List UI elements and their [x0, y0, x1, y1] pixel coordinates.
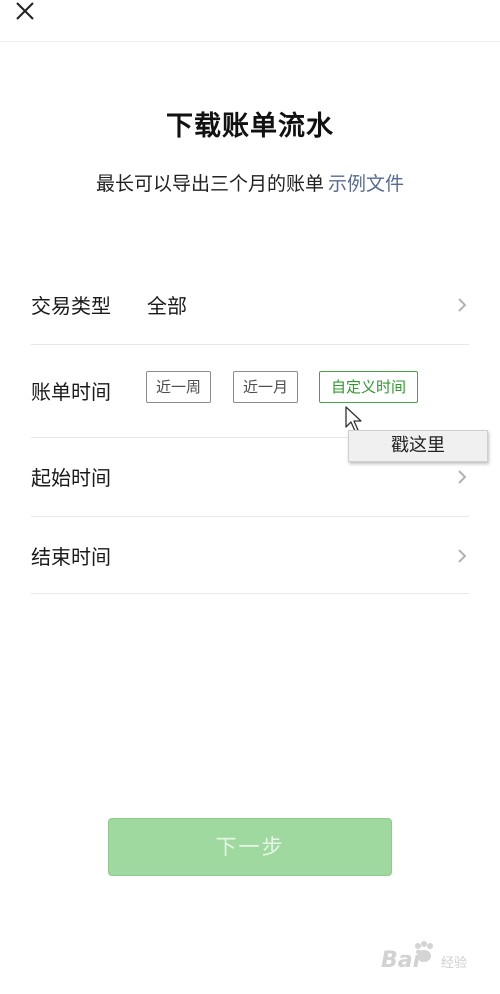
transaction-type-row[interactable]: 交易类型 全部 [31, 266, 469, 345]
transaction-type-value: 全部 [147, 294, 187, 318]
close-button[interactable] [12, 0, 40, 24]
example-file-link[interactable]: 示例文件 [328, 173, 404, 195]
watermark-text: 经验 [441, 956, 468, 971]
paw-icon [415, 941, 433, 962]
chevron-right-icon [458, 549, 467, 563]
close-icon [16, 2, 34, 20]
subtitle-text: 最长可以导出三个月的账单 [95, 173, 324, 195]
option-last-month[interactable]: 近一月 [233, 371, 298, 403]
option-custom-time[interactable]: 自定义时间 [319, 371, 418, 403]
bill-time-label: 账单时间 [31, 380, 111, 404]
chevron-right-icon [458, 298, 467, 312]
transaction-type-label: 交易类型 [31, 294, 111, 318]
watermark: Bai 经验 [381, 940, 493, 980]
next-step-button[interactable]: 下一步 [108, 818, 392, 876]
start-time-label: 起始时间 [31, 466, 111, 490]
page-subtitle: 最长可以导出三个月的账单 示例文件 [0, 169, 500, 196]
end-time-row[interactable]: 结束时间 [31, 517, 469, 594]
top-bar [0, 0, 500, 42]
chevron-right-icon [458, 470, 467, 484]
bill-time-row: 账单时间 近一周 近一月 自定义时间 [31, 345, 469, 438]
option-last-week[interactable]: 近一周 [146, 371, 211, 403]
page-title: 下载账单流水 [166, 111, 334, 142]
hint-tooltip: 戳这里 [348, 430, 488, 462]
end-time-label: 结束时间 [31, 545, 111, 569]
